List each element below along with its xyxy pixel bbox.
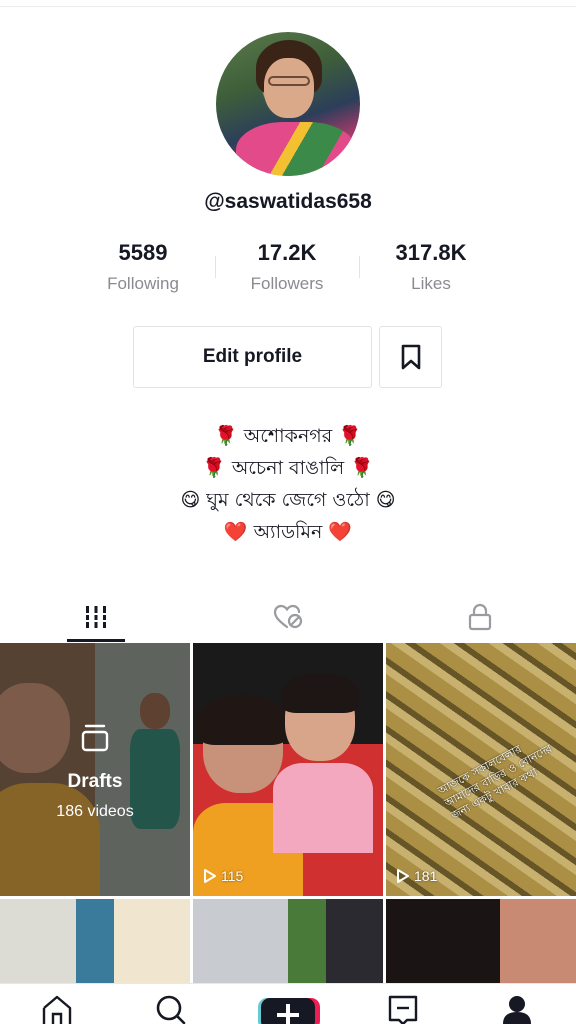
edit-profile-button[interactable]: Edit profile (133, 326, 372, 388)
bottom-nav (0, 983, 576, 1024)
stat-divider (215, 256, 216, 278)
create-icon (258, 998, 320, 1024)
stat-divider (359, 256, 360, 278)
profile-stats: 5589 Following 17.2K Followers 317.8K Li… (71, 240, 503, 300)
video-tile[interactable] (386, 899, 576, 983)
thumb-figure (281, 673, 359, 713)
followers-count: 17.2K (257, 240, 317, 265)
avatar-glasses (268, 76, 310, 86)
videos-grid-icon (83, 606, 109, 628)
bio: 🌹 অশোকনগর 🌹 🌹 অচেনা বাঙালি 🌹 😋 ঘুম থেকে … (0, 420, 576, 548)
nav-discover[interactable] (153, 994, 189, 1024)
video-tile[interactable] (193, 899, 383, 983)
video-grid: Drafts 186 videos 115 আজকে সকালবেলার আমা… (0, 643, 576, 983)
following-label: Following (107, 274, 179, 293)
view-count: 115 (203, 868, 243, 884)
video-tile[interactable] (0, 899, 190, 983)
likes-label: Likes (411, 274, 451, 293)
drafts-count: 186 videos (56, 803, 134, 820)
bio-line: 🌹 অচেনা বাঙালি 🌹 (202, 457, 374, 479)
nav-home[interactable] (39, 994, 75, 1024)
bio-line: ❤️ অ্যাডমিন ❤️ (223, 521, 353, 543)
video-tile[interactable]: আজকে সকালবেলার আমাদের বাড়ির ও বোনদের জন… (386, 643, 576, 896)
play-icon (204, 869, 216, 883)
bio-line: 🌹 অশোকনগর 🌹 (214, 425, 362, 447)
likes-count: 317.8K (395, 240, 467, 265)
profile-icon (503, 996, 531, 1024)
avatar[interactable] (216, 32, 360, 176)
avatar-saree (236, 122, 356, 176)
tab-liked[interactable] (192, 592, 384, 642)
active-tab-indicator (67, 639, 125, 642)
thumb-figure (197, 695, 289, 745)
nav-profile[interactable] (499, 994, 535, 1024)
drafts-tile[interactable]: Drafts 186 videos (0, 643, 190, 896)
tab-private[interactable] (384, 592, 576, 642)
avatar-face (264, 58, 314, 118)
bio-line: 😋 ঘুম থেকে জেগে ওঠো 😋 (180, 489, 396, 511)
drafts-label: Drafts (67, 771, 123, 792)
play-icon (397, 869, 409, 883)
thumb-figure (273, 763, 373, 853)
following-count: 5589 (118, 240, 168, 265)
nav-inbox[interactable] (385, 994, 421, 1024)
inbox-icon (388, 995, 418, 1024)
followers-label: Followers (250, 274, 324, 293)
top-divider (0, 6, 576, 7)
lock-icon (468, 603, 492, 631)
drafts-icon (81, 724, 109, 752)
nav-create[interactable] (256, 994, 320, 1024)
bookmark-icon (401, 344, 420, 370)
tab-videos[interactable] (0, 592, 192, 642)
username: @saswatidas658 (204, 190, 372, 213)
video-tile[interactable]: 115 (193, 643, 383, 896)
profile-tabs (0, 592, 576, 642)
search-icon (156, 995, 186, 1024)
stat-likes[interactable]: 317.8K Likes (359, 240, 503, 300)
stat-following[interactable]: 5589 Following (71, 240, 215, 300)
view-count-text: 181 (414, 868, 438, 884)
liked-heart-icon (273, 604, 303, 629)
thumb-shade (0, 643, 190, 896)
stat-followers[interactable]: 17.2K Followers (215, 240, 359, 300)
favorites-button[interactable] (379, 326, 442, 388)
view-count-text: 115 (221, 868, 244, 884)
home-icon (42, 995, 72, 1024)
view-count: 181 (396, 868, 437, 884)
